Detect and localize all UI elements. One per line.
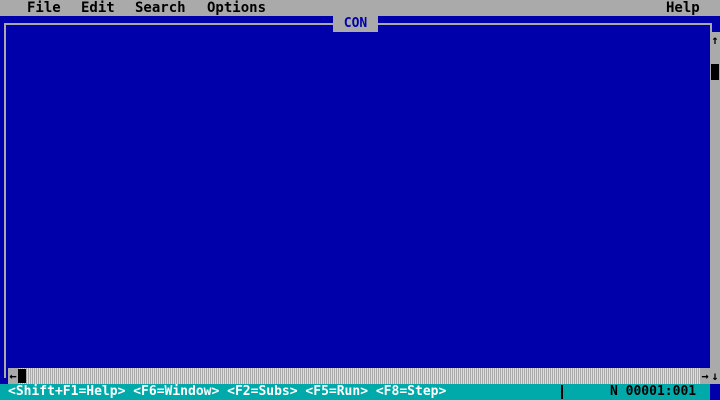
status-divider [561,385,563,399]
shortcut-keys: <Shift+F1=Help> <F6=Window> <F2=Subs> <F… [8,384,447,399]
horizontal-scrollbar[interactable]: ← → [8,368,710,384]
status-bar: <Shift+F1=Help> <F6=Window> <F2=Subs> <F… [0,384,720,400]
scroll-right-arrow-icon[interactable]: → [700,368,710,384]
status-right-edge [710,384,720,400]
window-title: CON [333,16,378,32]
editor-window[interactable]: CON ↑ ↓ [0,16,720,384]
menu-edit[interactable]: Edit [81,0,115,16]
menu-search[interactable]: Search [135,0,186,16]
vertical-scroll-thumb[interactable] [711,64,719,80]
menu-file[interactable]: File [27,0,61,16]
menu-bar: File Edit Search Options Help [0,0,720,16]
window-frame [4,23,712,378]
vertical-scroll-track[interactable] [710,32,720,384]
menu-options[interactable]: Options [207,0,266,16]
vertical-scrollbar[interactable]: ↑ ↓ [710,32,720,384]
menu-help[interactable]: Help [666,0,700,16]
cursor-position: N 00001:001 [610,384,697,399]
scroll-left-arrow-icon[interactable]: ← [8,368,18,384]
scroll-down-arrow-icon[interactable]: ↓ [710,368,720,384]
scroll-up-arrow-icon[interactable]: ↑ [710,32,720,48]
horizontal-scroll-thumb[interactable] [18,369,26,383]
